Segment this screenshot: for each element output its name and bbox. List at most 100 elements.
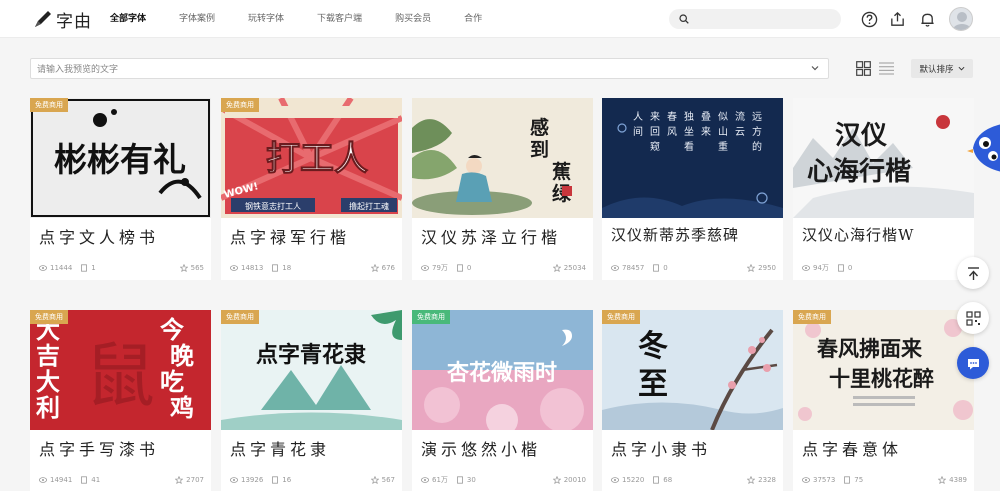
help-icon (861, 11, 877, 27)
document-icon (457, 476, 463, 484)
document-icon (653, 264, 660, 272)
downloads-count: 75 (854, 476, 864, 484)
font-name: 汉仪新蒂苏季慈碑 (611, 226, 740, 244)
font-stats: 61万 30 20010 (421, 474, 586, 486)
views-stat: 61万 (421, 475, 448, 485)
poem-glyph: 窥 (650, 140, 660, 153)
font-card[interactable]: 春风拂面来十里桃花醉 免费商用 点字春意体 37573 75 4389 (793, 310, 974, 491)
list-view-icon[interactable] (879, 61, 894, 76)
preview-text-input[interactable] (37, 61, 797, 77)
font-preview-image: 点字青花隶 (221, 310, 402, 430)
share-upload-icon (890, 11, 904, 26)
font-stats: 79万 0 25034 (421, 262, 586, 274)
poem-glyph: 看 (684, 140, 694, 153)
font-card[interactable]: 杏花微雨时 免费商用 演示悠然小楷 61万 30 20010 (412, 310, 593, 491)
font-card[interactable]: 彬彬有礼 免费商用 点字文人榜书 11444 1 565 (30, 98, 211, 280)
favorites-stat: 20010 (552, 476, 586, 484)
poem-glyph: 重 (718, 140, 728, 153)
site-logo[interactable]: 字由 (33, 7, 92, 32)
font-preview-image: 冬至 (602, 310, 783, 430)
font-preview-image: 春风拂面来十里桃花醉 (793, 310, 974, 430)
views-stat: 94万 (802, 263, 829, 273)
favorites-stat: 567 (370, 476, 395, 484)
free-commercial-badge: 免费商用 (602, 310, 640, 324)
user-avatar[interactable] (949, 7, 973, 31)
chat-support-button[interactable] (957, 347, 989, 379)
views-stat: 14813 (230, 264, 263, 272)
poem-glyph: 回 (650, 126, 660, 138)
font-card[interactable]: 打工人 钢铁意志打工人 撸起打工魂 WOW! 免费商用 点字禄军行楷 14813… (221, 98, 402, 280)
preview-text-field[interactable] (30, 58, 829, 79)
favorites-stat: 4389 (938, 476, 967, 484)
back-to-top-button[interactable] (957, 257, 989, 289)
font-card[interactable]: 汉仪心海行楷 汉仪心海行楷W 94万 0 (793, 98, 974, 280)
notifications-button[interactable] (917, 9, 937, 29)
downloads-stat: 0 (456, 264, 471, 272)
star-icon (370, 476, 379, 484)
free-commercial-badge: 免费商用 (412, 310, 450, 324)
poem-glyph: 远 (752, 111, 762, 123)
eye-icon (230, 477, 238, 483)
qr-code-icon (965, 310, 981, 326)
nav-download-client[interactable]: 下载客户端 (317, 0, 362, 38)
views-stat: 15220 (611, 476, 644, 484)
favorites-count: 25034 (563, 264, 586, 272)
font-card[interactable]: 鼠 大吉大利 今晚吃鸡 免费商用 点字手写漆书 14941 41 2707 (30, 310, 211, 491)
nav-all-fonts[interactable]: 全部字体 (110, 0, 146, 38)
qr-code-button[interactable] (957, 302, 989, 334)
favorites-count: 565 (190, 264, 204, 272)
help-button[interactable] (859, 9, 879, 29)
star-icon (938, 476, 947, 484)
eye-icon (611, 265, 619, 271)
font-preview-image: 鼠 大吉大利 今晚吃鸡 (30, 310, 211, 430)
search-box[interactable] (669, 9, 841, 29)
mascot-icon[interactable] (967, 123, 1000, 173)
font-stats: 13926 16 567 (230, 474, 395, 486)
font-card[interactable]: 远方的流云似山重叠来独坐看春风来回窥人间 汉仪新蒂苏季慈碑 78457 0 29… (602, 98, 783, 280)
downloads-count: 41 (91, 476, 101, 484)
free-commercial-badge: 免费商用 (793, 310, 831, 324)
nav-font-cases[interactable]: 字体案例 (179, 0, 215, 38)
user-avatar-icon (953, 12, 971, 30)
favorites-count: 4389 (949, 476, 967, 484)
star-icon (552, 476, 561, 484)
star-icon (552, 264, 561, 272)
font-stats: 15220 68 2328 (611, 474, 776, 486)
font-preview-image: 打工人 钢铁意志打工人 撸起打工魂 WOW! (221, 98, 402, 218)
eye-icon (39, 265, 47, 271)
downloads-count: 68 (663, 476, 673, 484)
back-to-top-icon (967, 266, 979, 280)
favorites-count: 2328 (758, 476, 776, 484)
upload-button[interactable] (887, 9, 907, 29)
sort-dropdown[interactable]: 默认排序 (911, 59, 973, 78)
font-stats: 37573 75 4389 (802, 474, 967, 486)
eye-icon (611, 477, 619, 483)
font-preview-image: 杏花微雨时 (412, 310, 593, 430)
views-count: 79万 (432, 264, 448, 272)
poem-glyph: 独 (684, 110, 694, 123)
preview-text: 点字青花隶 (256, 342, 366, 368)
font-card[interactable]: 点字青花隶 免费商用 点字青花隶 13926 16 567 (221, 310, 402, 491)
nav-play-fonts[interactable]: 玩转字体 (248, 0, 284, 38)
views-count: 14941 (50, 476, 73, 484)
nav-cooperation[interactable]: 合作 (464, 0, 482, 38)
search-input[interactable] (695, 11, 835, 27)
grid-view-icon[interactable] (856, 61, 871, 76)
downloads-stat: 75 (843, 476, 863, 484)
favorites-count: 2707 (186, 476, 204, 484)
eye-icon (421, 477, 429, 483)
views-count: 14813 (241, 264, 264, 272)
poem-glyph: 人 (633, 111, 643, 123)
downloads-count: 16 (282, 476, 292, 484)
eye-icon (39, 477, 47, 483)
favorites-stat: 565 (179, 264, 204, 272)
free-commercial-badge: 免费商用 (30, 98, 68, 112)
downloads-stat: 0 (837, 264, 852, 272)
font-card[interactable]: 感到 蕉绿 汉仪苏泽立行楷 79万 0 25034 (412, 98, 593, 280)
poem-glyph: 云 (735, 127, 745, 138)
font-card[interactable]: 冬至 免费商用 点字小隶书 15220 68 2328 (602, 310, 783, 491)
document-icon (81, 476, 88, 484)
nav-buy-membership[interactable]: 购买会员 (395, 0, 431, 38)
chevron-down-icon[interactable] (810, 63, 820, 73)
downloads-stat: 41 (80, 476, 100, 484)
